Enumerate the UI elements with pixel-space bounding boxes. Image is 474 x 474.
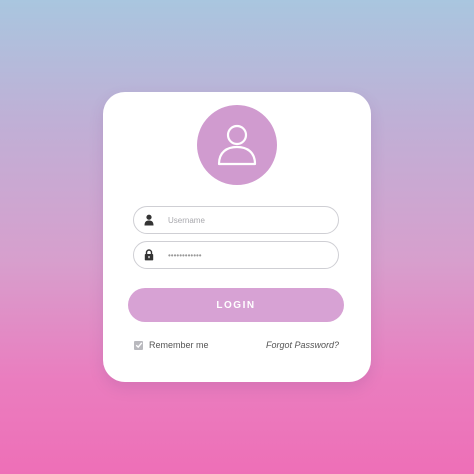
remember-me-label: Remember me [149,340,209,350]
remember-me-checkbox[interactable] [134,340,143,350]
lock-icon [143,248,155,262]
login-button[interactable]: LOGIN [128,288,344,322]
username-input[interactable] [168,207,326,233]
login-card: LOGIN Remember me Forgot Password? [103,92,371,382]
avatar [197,105,277,185]
user-icon [143,213,155,227]
checkmark-icon [135,342,142,349]
password-input[interactable] [168,242,326,268]
username-field[interactable] [133,206,339,234]
user-icon [217,124,257,166]
password-field[interactable] [133,241,339,269]
remember-me[interactable]: Remember me [134,340,209,350]
forgot-password-link[interactable]: Forgot Password? [266,340,339,350]
